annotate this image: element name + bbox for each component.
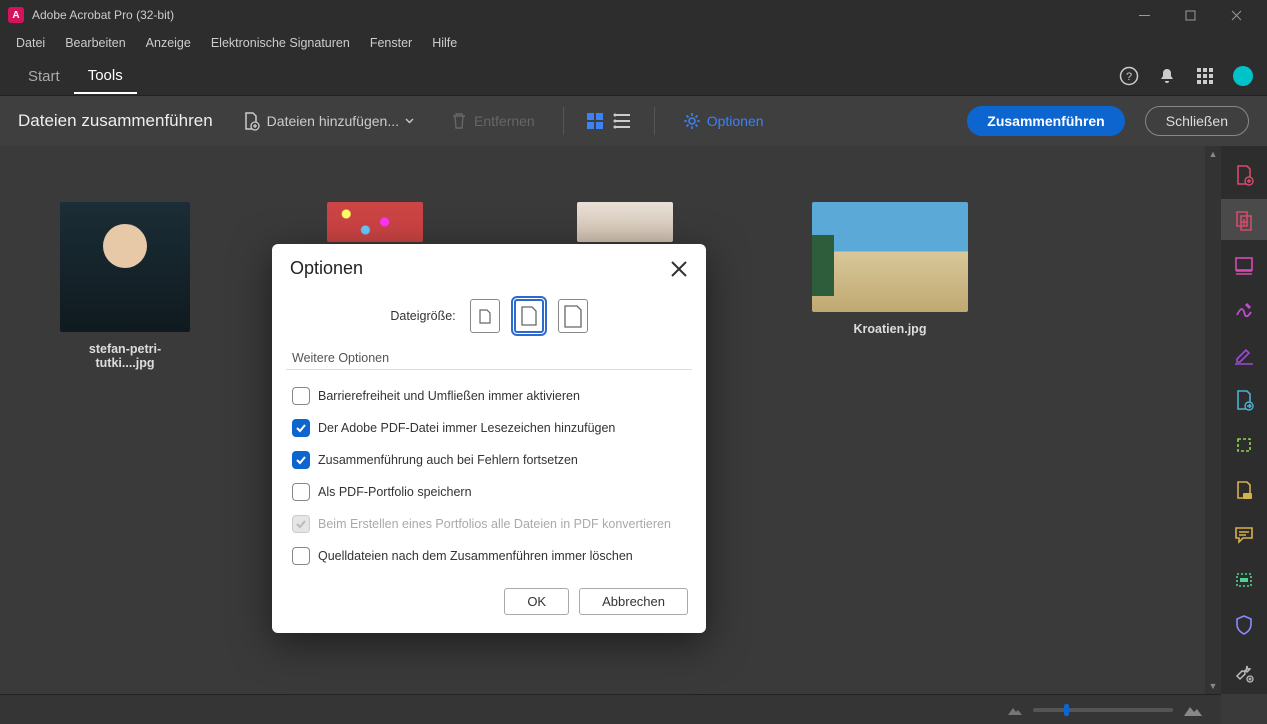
dialog-title: Optionen (290, 258, 670, 279)
checkbox-convert-portfolio: Beim Erstellen eines Portfolios alle Dat… (292, 508, 686, 540)
filesize-label: Dateigröße: (390, 309, 455, 323)
checkbox-delete-sources[interactable]: Quelldateien nach dem Zusammenführen imm… (292, 540, 686, 572)
dialog-close-button[interactable] (670, 260, 688, 278)
more-options-label: Weitere Optionen (272, 351, 706, 369)
dialog-backdrop: Optionen Dateigröße: Weitere Optionen Ba… (0, 0, 1267, 724)
checkbox-label: Barrierefreiheit und Umfließen immer akt… (318, 389, 580, 403)
checkbox-icon (292, 483, 310, 501)
filesize-large-button[interactable] (558, 299, 588, 333)
checkbox-icon (292, 387, 310, 405)
filesize-small-button[interactable] (470, 299, 500, 333)
checkbox-icon (292, 451, 310, 469)
options-dialog: Optionen Dateigröße: Weitere Optionen Ba… (272, 244, 706, 633)
checkbox-portfolio[interactable]: Als PDF-Portfolio speichern (292, 476, 686, 508)
checkbox-label: Beim Erstellen eines Portfolios alle Dat… (318, 517, 671, 531)
checkbox-label: Zusammenführung auch bei Fehlern fortset… (318, 453, 578, 467)
checkbox-accessibility[interactable]: Barrierefreiheit und Umfließen immer akt… (292, 380, 686, 412)
ok-button[interactable]: OK (504, 588, 569, 615)
checkbox-label: Quelldateien nach dem Zusammenführen imm… (318, 549, 633, 563)
checkbox-icon (292, 547, 310, 565)
checkbox-continue-errors[interactable]: Zusammenführung auch bei Fehlern fortset… (292, 444, 686, 476)
checkbox-bookmarks[interactable]: Der Adobe PDF-Datei immer Lesezeichen hi… (292, 412, 686, 444)
checkbox-icon (292, 419, 310, 437)
filesize-medium-button[interactable] (514, 299, 544, 333)
checkbox-icon (292, 515, 310, 533)
cancel-button[interactable]: Abbrechen (579, 588, 688, 615)
checkbox-label: Als PDF-Portfolio speichern (318, 485, 472, 499)
checkbox-label: Der Adobe PDF-Datei immer Lesezeichen hi… (318, 421, 615, 435)
